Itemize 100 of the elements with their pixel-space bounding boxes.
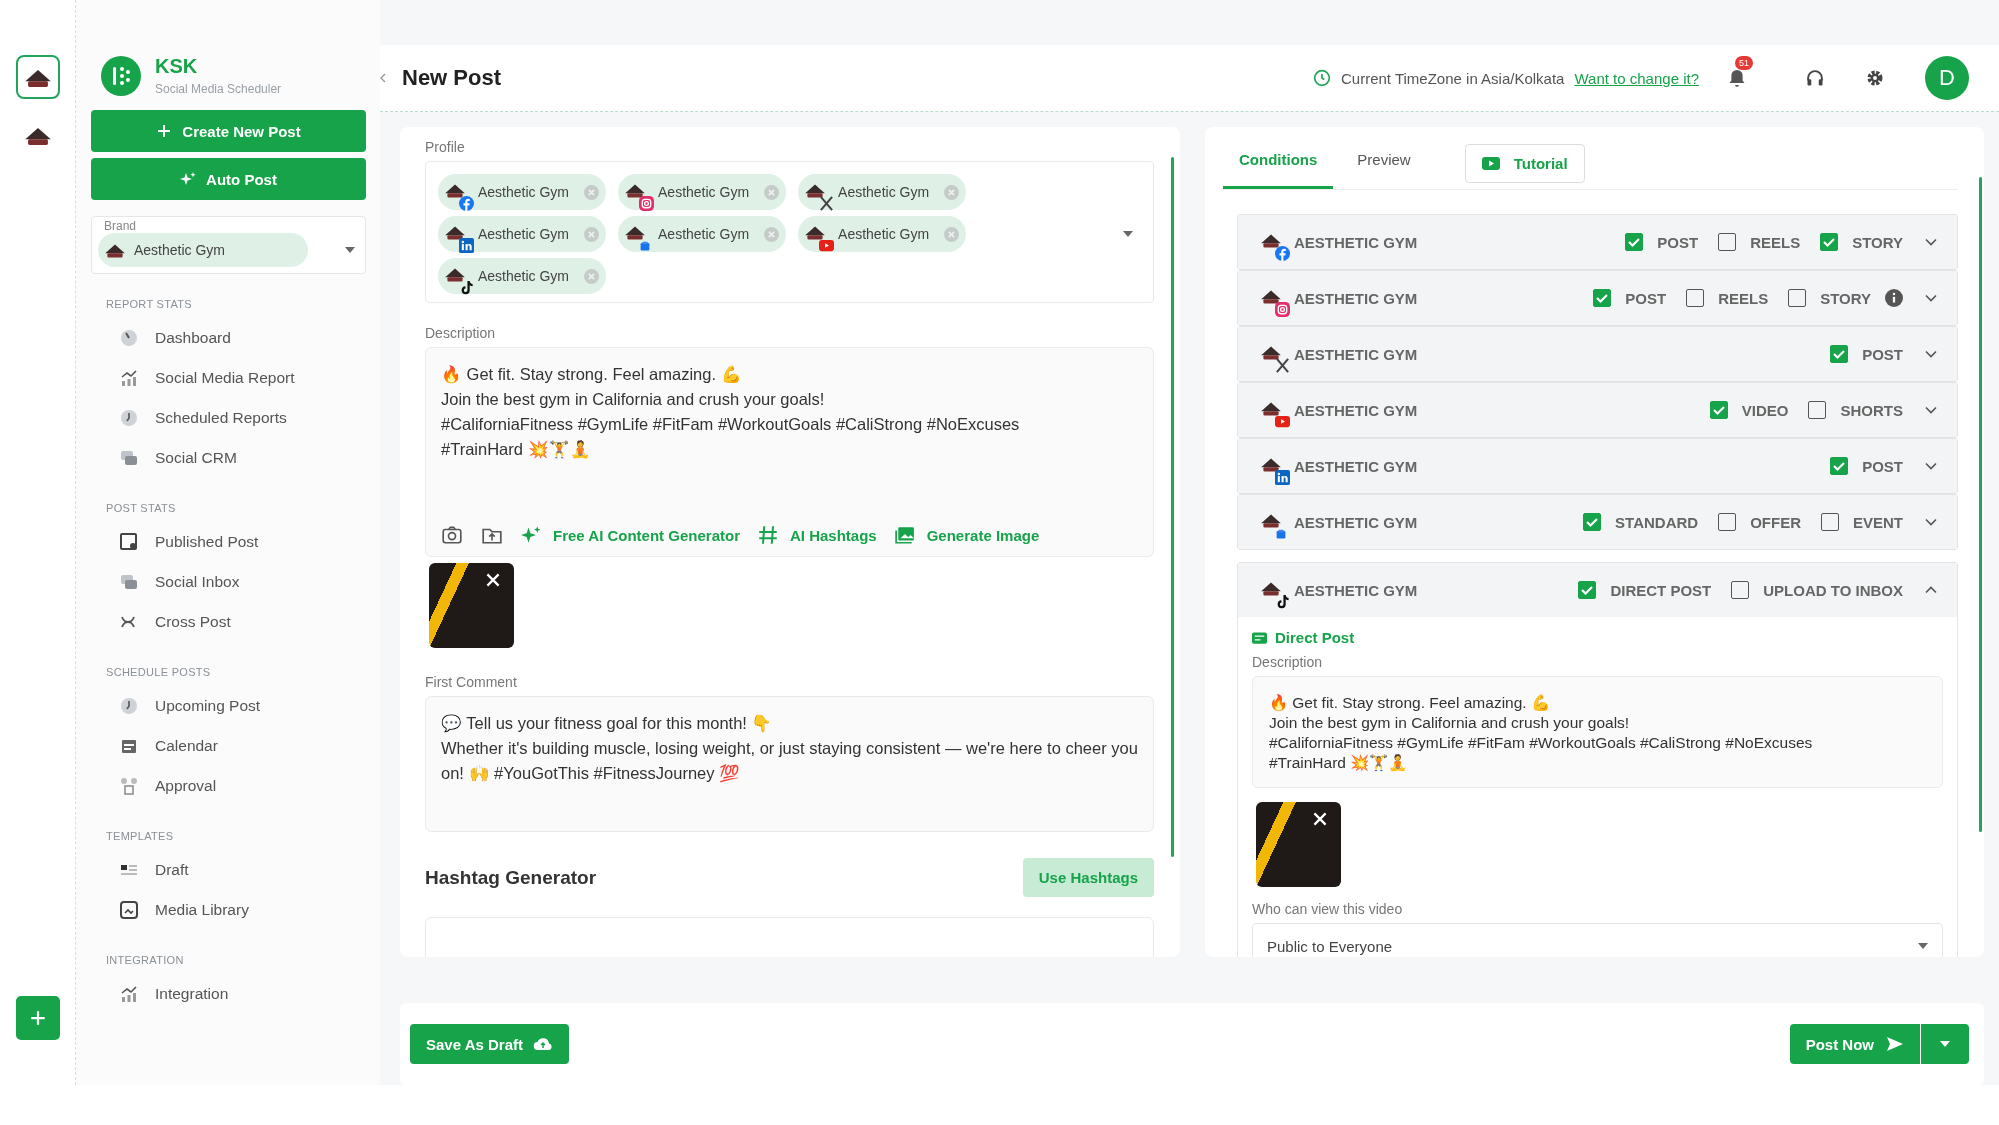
profile-chip[interactable]: Aesthetic Gym bbox=[438, 216, 607, 252]
profile-select[interactable]: Aesthetic Gym Aesthetic Gym Aesthetic Gym Aesthetic Gym Aesthetic Gym Aesthetic Gym Aesthetic Gym bbox=[425, 161, 1154, 303]
media-icon bbox=[119, 900, 139, 920]
account-name: AESTHETIC GYM bbox=[1294, 581, 1418, 599]
checkbox[interactable] bbox=[1821, 513, 1839, 531]
section-heading: REPORT STATS bbox=[106, 298, 193, 310]
chevron-icon[interactable] bbox=[1925, 518, 1937, 526]
card-icon bbox=[1252, 631, 1267, 644]
close-icon[interactable] bbox=[1313, 812, 1327, 826]
first-comment-field[interactable]: 💬 Tell us your fitness goal for this month! 👇 Whether it's building muscle, losing weight, or just staying consistent — we're here to cheer you on! 🙌 #YouGotThis #FitnessJourney 💯 bbox=[425, 696, 1154, 832]
field-label: Who can view this video bbox=[1252, 901, 1404, 917]
nav-item[interactable]: Draft bbox=[91, 850, 366, 890]
description-field[interactable] bbox=[425, 347, 1154, 557]
chevron-icon[interactable] bbox=[1925, 406, 1937, 414]
nav-item[interactable]: Social Media Report bbox=[91, 358, 366, 398]
nav-item[interactable]: Social Inbox bbox=[91, 562, 366, 602]
account-avatar[interactable] bbox=[15, 55, 60, 99]
checkbox[interactable] bbox=[1788, 289, 1807, 307]
first-comment-text: 💬 Tell us your fitness goal for this month! 👇 Whether it's building muscle, losing weight, or just staying consistent — we're here to cheer you on! 🙌 #YouGotThis #FitnessJourney 💯 bbox=[441, 713, 1138, 785]
nav-item[interactable]: Dashboard bbox=[91, 318, 366, 358]
profile-chip[interactable]: Aesthetic Gym bbox=[618, 174, 787, 210]
x-logo-icon bbox=[819, 196, 835, 211]
add-account-button[interactable] bbox=[15, 996, 60, 1040]
nav-item[interactable]: Integration bbox=[91, 974, 366, 1014]
checkbox[interactable] bbox=[1709, 401, 1728, 419]
checkbox[interactable] bbox=[1625, 233, 1644, 251]
nav-item[interactable]: Media Library bbox=[91, 890, 366, 930]
brand-select[interactable]: Brand Aesthetic Gym bbox=[91, 216, 366, 274]
close-icon[interactable] bbox=[486, 573, 500, 587]
privacy-select[interactable]: Public to Everyone bbox=[1252, 923, 1943, 957]
nav-item[interactable]: Scheduled Reports bbox=[91, 398, 366, 438]
checkbox[interactable] bbox=[1731, 581, 1750, 599]
chevron-left-icon[interactable] bbox=[380, 73, 386, 83]
checkbox[interactable] bbox=[1593, 289, 1612, 307]
option-label: EVENT bbox=[1853, 513, 1903, 531]
chevron-icon[interactable] bbox=[1925, 350, 1937, 358]
section-heading: INTEGRATION bbox=[106, 954, 185, 966]
option-label: REELS bbox=[1718, 289, 1769, 307]
chevron-icon[interactable] bbox=[1925, 586, 1937, 594]
direct-post-heading: Direct Post bbox=[1275, 629, 1355, 646]
plus-icon bbox=[28, 1009, 47, 1027]
approval-icon bbox=[119, 776, 139, 796]
profile-chip[interactable]: Aesthetic Gym bbox=[618, 216, 787, 252]
checkbox[interactable] bbox=[1686, 289, 1705, 307]
publish-icon bbox=[119, 532, 139, 552]
checkbox[interactable] bbox=[1578, 581, 1597, 599]
checkbox[interactable] bbox=[1718, 233, 1737, 251]
facebook-icon bbox=[1275, 246, 1290, 261]
nav-item[interactable]: Upcoming Post bbox=[91, 686, 366, 726]
checkbox[interactable] bbox=[1820, 233, 1839, 251]
profile-chip[interactable]: Aesthetic Gym bbox=[798, 174, 967, 210]
brand-tagline: Social Media Scheduler bbox=[155, 82, 282, 96]
description-field[interactable]: 🔥 Get fit. Stay strong. Feel amazing. 💪 Join the best gym in California and crush your goals! #CaliforniaFitness #GymLife #FitFam #WorkoutGoals #CaliStrong #NoExcuses #TrainHard 💥🏋🧘 bbox=[1252, 676, 1943, 788]
field-label: Profile bbox=[425, 139, 466, 155]
option-label: OFFER bbox=[1750, 513, 1801, 531]
tab[interactable]: Preview bbox=[1341, 137, 1427, 189]
caret-icon bbox=[345, 247, 355, 253]
instagram-icon bbox=[639, 196, 655, 211]
nav-item[interactable]: Social CRM bbox=[91, 438, 366, 478]
clock-icon bbox=[119, 408, 139, 428]
nav-item[interactable]: Cross Post bbox=[91, 602, 366, 642]
app-logo-icon bbox=[101, 55, 141, 96]
chevron-icon[interactable] bbox=[1925, 462, 1937, 470]
checkbox[interactable] bbox=[1830, 345, 1849, 363]
nav-item[interactable]: Approval bbox=[91, 766, 366, 806]
checkbox[interactable] bbox=[1718, 513, 1737, 531]
linkedin-icon bbox=[459, 238, 474, 253]
option-label: POST bbox=[1862, 457, 1903, 475]
profile-chip[interactable]: Aesthetic Gym bbox=[798, 216, 967, 252]
bell-icon[interactable] bbox=[1727, 68, 1747, 88]
info-icon[interactable] bbox=[1885, 289, 1903, 307]
facebook-icon bbox=[459, 196, 474, 211]
profile-chip[interactable]: Aesthetic Gym bbox=[438, 258, 607, 294]
notification-count: 51 bbox=[1735, 56, 1753, 70]
nav-item[interactable]: Calendar bbox=[91, 726, 366, 766]
chevron-icon[interactable] bbox=[1925, 294, 1937, 302]
field-label: Description bbox=[425, 325, 497, 341]
option-label: STORY bbox=[1820, 289, 1871, 307]
camera-icon[interactable] bbox=[441, 524, 463, 546]
option-label: REELS bbox=[1750, 233, 1801, 251]
checkbox[interactable] bbox=[1830, 457, 1849, 475]
account-name: AESTHETIC GYM bbox=[1294, 345, 1418, 363]
scrollbar[interactable] bbox=[1171, 157, 1174, 857]
chevron-icon[interactable] bbox=[1925, 238, 1937, 246]
nav-item[interactable]: Published Post bbox=[91, 522, 366, 562]
field-label: Brand bbox=[103, 219, 138, 233]
brand-chip[interactable]: Aesthetic Gym bbox=[98, 233, 308, 267]
option-label: VIDEO bbox=[1741, 401, 1789, 419]
description-text: 🔥 Get fit. Stay strong. Feel amazing. 💪 Join the best gym in California and crush your goals! #CaliforniaFitness #GymLife #FitFam #WorkoutGoals #CaliStrong #NoExcuses #TrainHard 💥🏋🧘 bbox=[441, 364, 1021, 461]
field-label: First Comment bbox=[425, 674, 518, 690]
scrollbar[interactable] bbox=[1979, 177, 1982, 832]
option-label: STORY bbox=[1852, 233, 1903, 251]
clock-icon bbox=[119, 696, 139, 716]
brand-name: KSK bbox=[155, 55, 199, 78]
profile-chip[interactable]: Aesthetic Gym bbox=[438, 174, 607, 210]
settings-icon[interactable] bbox=[1865, 68, 1885, 88]
checkbox[interactable] bbox=[1583, 513, 1602, 531]
plus-icon bbox=[156, 123, 173, 139]
checkbox[interactable] bbox=[1808, 401, 1827, 419]
headset-icon[interactable] bbox=[1805, 68, 1825, 88]
